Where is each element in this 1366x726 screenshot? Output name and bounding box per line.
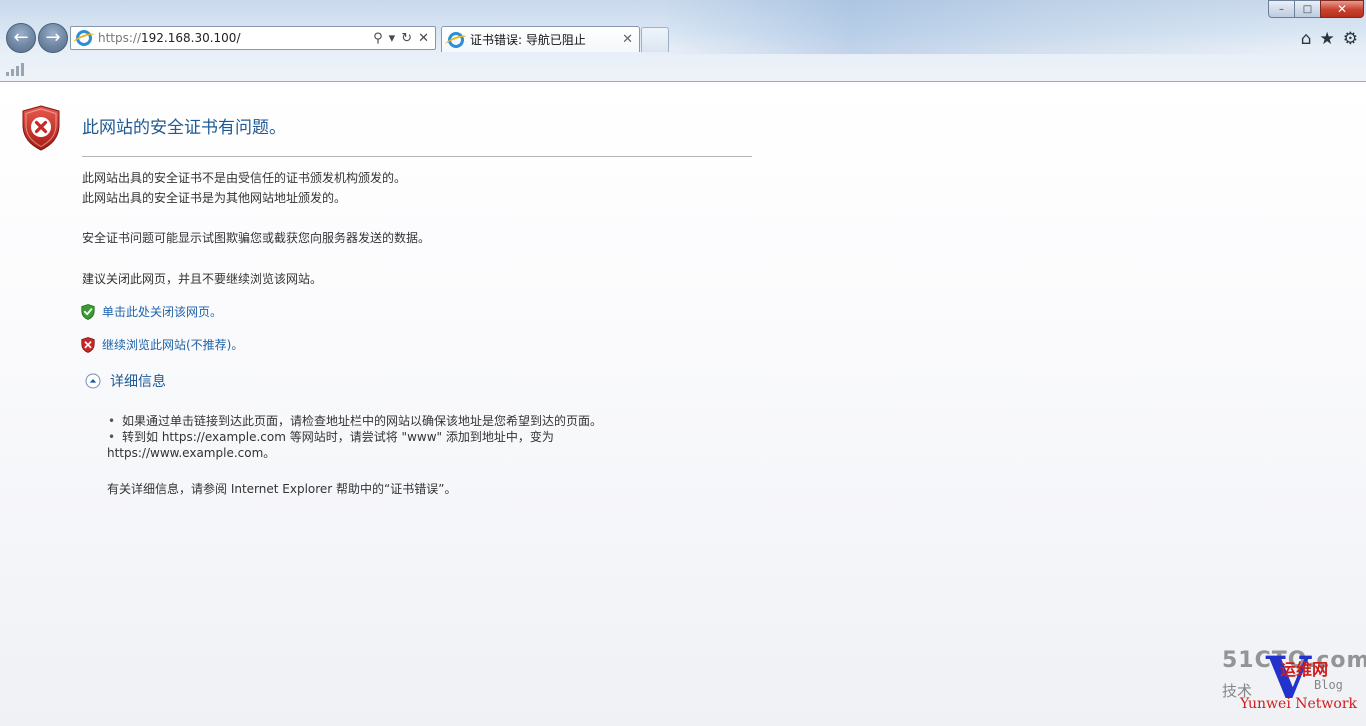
ie-page-icon: [76, 30, 92, 46]
star-icon[interactable]: ★: [1320, 29, 1335, 49]
continue-link-row[interactable]: 继续浏览此网站(不推荐)。: [81, 336, 243, 353]
details-toggle[interactable]: 详细信息: [85, 371, 166, 391]
ie-tab-icon: [448, 31, 464, 48]
list-item: 如果通过单击链接到达此页面，请检查地址栏中的网站以确保该地址是您希望到达的页面。: [107, 413, 727, 429]
window-controls: – □ ✕: [1268, 0, 1364, 18]
address-actions: ⚲ ▾ ↻ ✕: [373, 31, 429, 46]
watermark-brand: Yunwei Network: [1240, 696, 1358, 712]
details-list: 如果通过单击链接到达此页面，请检查地址栏中的网站以确保该地址是您希望到达的页面。…: [107, 413, 727, 461]
new-tab-button[interactable]: [641, 27, 669, 52]
refresh-icon[interactable]: ↻: [401, 31, 412, 46]
cert-reason-mismatch: 此网站出具的安全证书是为其他网站地址颁发的。: [82, 191, 347, 205]
url-host: 192.168.30.100/: [141, 31, 241, 45]
watermark-blog: Blog: [1314, 678, 1343, 692]
chevron-down-icon[interactable]: ▾: [389, 31, 396, 46]
url-text[interactable]: https://192.168.30.100/: [98, 31, 373, 45]
recommendation-text: 建议关闭此网页，并且不要继续浏览该网站。: [82, 272, 323, 286]
close-window-button[interactable]: ✕: [1320, 0, 1364, 18]
red-shield-icon: [81, 336, 95, 353]
cert-reasons: 此网站出具的安全证书不是由受信任的证书颁发机构颁发的。 此网站出具的安全证书是为…: [82, 168, 406, 208]
page-title: 此网站的安全证书有问题。: [82, 118, 286, 138]
more-info-text: 有关详细信息，请参阅 Internet Explorer 帮助中的“证书错误”。: [107, 482, 457, 496]
tab-close-icon[interactable]: ✕: [622, 32, 633, 47]
list-item: 转到如 https://example.com 等网站时，请尝试将 "www" …: [107, 429, 727, 445]
maximize-button[interactable]: □: [1294, 0, 1320, 18]
gear-icon[interactable]: ⚙: [1343, 29, 1358, 49]
back-arrow-icon: ←: [13, 27, 29, 48]
tab-title: 证书错误: 导航已阻止: [470, 33, 586, 47]
close-page-link[interactable]: 单击此处关闭该网页。: [102, 303, 222, 320]
tab-certificate-error[interactable]: 证书错误: 导航已阻止 ✕: [441, 26, 640, 52]
warning-text: 安全证书问题可能显示试图欺骗您或截获您向服务器发送的数据。: [82, 231, 431, 245]
list-item-continuation: https://www.example.com。: [107, 446, 276, 460]
home-icon[interactable]: ⌂: [1301, 29, 1312, 49]
cert-reason-untrusted: 此网站出具的安全证书不是由受信任的证书颁发机构颁发的。: [82, 171, 407, 185]
forward-button[interactable]: →: [38, 23, 68, 53]
close-icon[interactable]: ✕: [418, 31, 429, 46]
signal-icon: [6, 63, 24, 76]
browser-chrome: ← → https://192.168.30.100/ ⚲ ▾ ↻ ✕ 证书错误…: [0, 0, 1366, 82]
address-bar[interactable]: https://192.168.30.100/ ⚲ ▾ ↻ ✕: [70, 26, 436, 50]
close-page-link-row[interactable]: 单击此处关闭该网页。: [81, 303, 222, 320]
green-shield-icon: [81, 303, 95, 320]
divider: [82, 156, 752, 157]
details-label[interactable]: 详细信息: [110, 371, 166, 391]
watermark-cn: 运维网: [1280, 660, 1329, 679]
minimize-button[interactable]: –: [1268, 0, 1294, 18]
page-content: 此网站的安全证书有问题。 此网站出具的安全证书不是由受信任的证书颁发机构颁发的。…: [0, 83, 1366, 726]
continue-link[interactable]: 继续浏览此网站(不推荐)。: [102, 336, 243, 353]
watermark-logo: 51CTO.com V 运维网 技术 Blog Yunwei Network: [1218, 644, 1366, 718]
url-scheme: https://: [98, 31, 142, 45]
forward-arrow-icon: →: [45, 27, 61, 48]
back-button[interactable]: ←: [6, 23, 36, 53]
search-icon[interactable]: ⚲: [373, 31, 383, 46]
command-icons: ⌂ ★ ⚙: [1301, 29, 1358, 49]
error-shield-icon: [22, 105, 60, 151]
chevron-up-circle-icon: [85, 373, 101, 389]
